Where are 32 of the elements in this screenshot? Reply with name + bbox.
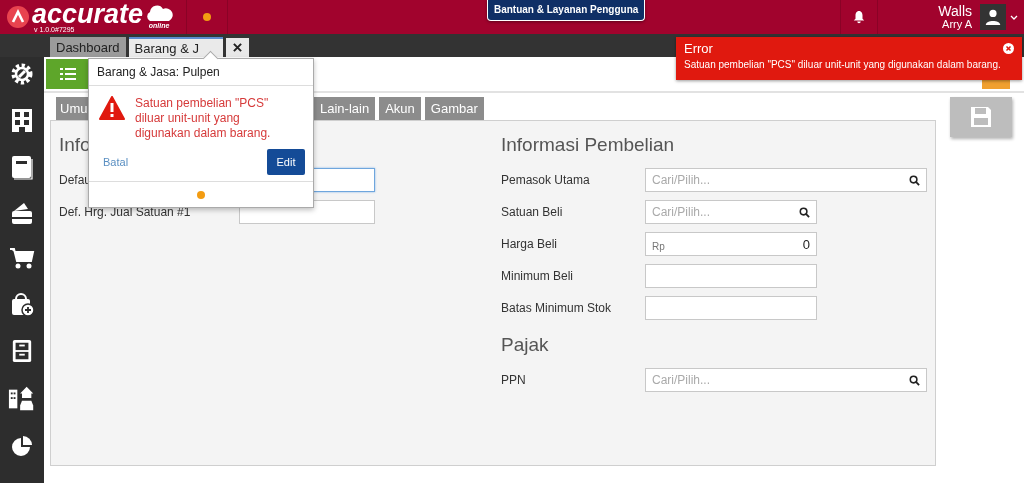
document-tab[interactable]: Barang & J (128, 37, 223, 57)
help-button[interactable]: Bantuan & Layanan Pengguna (486, 0, 646, 21)
section-title: Pajak (501, 334, 549, 357)
search-field[interactable]: Cari/Pilih... (645, 168, 927, 192)
user-name: Walls (938, 4, 972, 19)
search-field[interactable]: Cari/Pilih... (645, 368, 927, 392)
section-title: Informasi Pembelian (501, 134, 675, 157)
popover-title: Barang & Jasa: Pulpen (89, 59, 313, 86)
field-label: Satuan Beli (501, 205, 564, 219)
document-tab[interactable]: Dashboard (50, 37, 126, 57)
search-field[interactable]: Cari/Pilih... (645, 200, 817, 224)
field-label: PPN (501, 373, 527, 387)
form-tab[interactable]: Gambar (424, 97, 484, 120)
cancel-link[interactable]: Batal (103, 156, 129, 168)
edit-button[interactable]: Edit (267, 149, 305, 175)
logo-text: accurate (32, 1, 144, 26)
field-label: Pemasok Utama (501, 173, 591, 187)
user-subtitle: Arry A (942, 19, 972, 30)
field-label: Batas Minimum Stok (501, 301, 613, 315)
field-label: Harga Beli (501, 237, 559, 251)
field-value: 0 (802, 236, 810, 252)
form-tab[interactable]: Akun (379, 97, 421, 120)
placeholder-text: Cari/Pilih... (652, 205, 711, 219)
popover-message: Satuan pembelian "PCS" diluar unit-unit yang digunakan dalam barang. (135, 96, 272, 141)
field-label: Minimum Beli (501, 269, 574, 283)
currency-prefix: Rp (652, 240, 666, 252)
form-tab[interactable]: Lain-lain (314, 97, 376, 120)
placeholder-text: Cari/Pilih... (652, 173, 711, 187)
input-field[interactable]: Rp 0 (645, 232, 817, 256)
toast-title: Error (684, 41, 713, 56)
toast-message: Satuan pembelian "PCS" diluar unit-unit yang digunakan dalam barang. (684, 59, 1002, 70)
placeholder-text: Cari/Pilih... (652, 373, 711, 387)
